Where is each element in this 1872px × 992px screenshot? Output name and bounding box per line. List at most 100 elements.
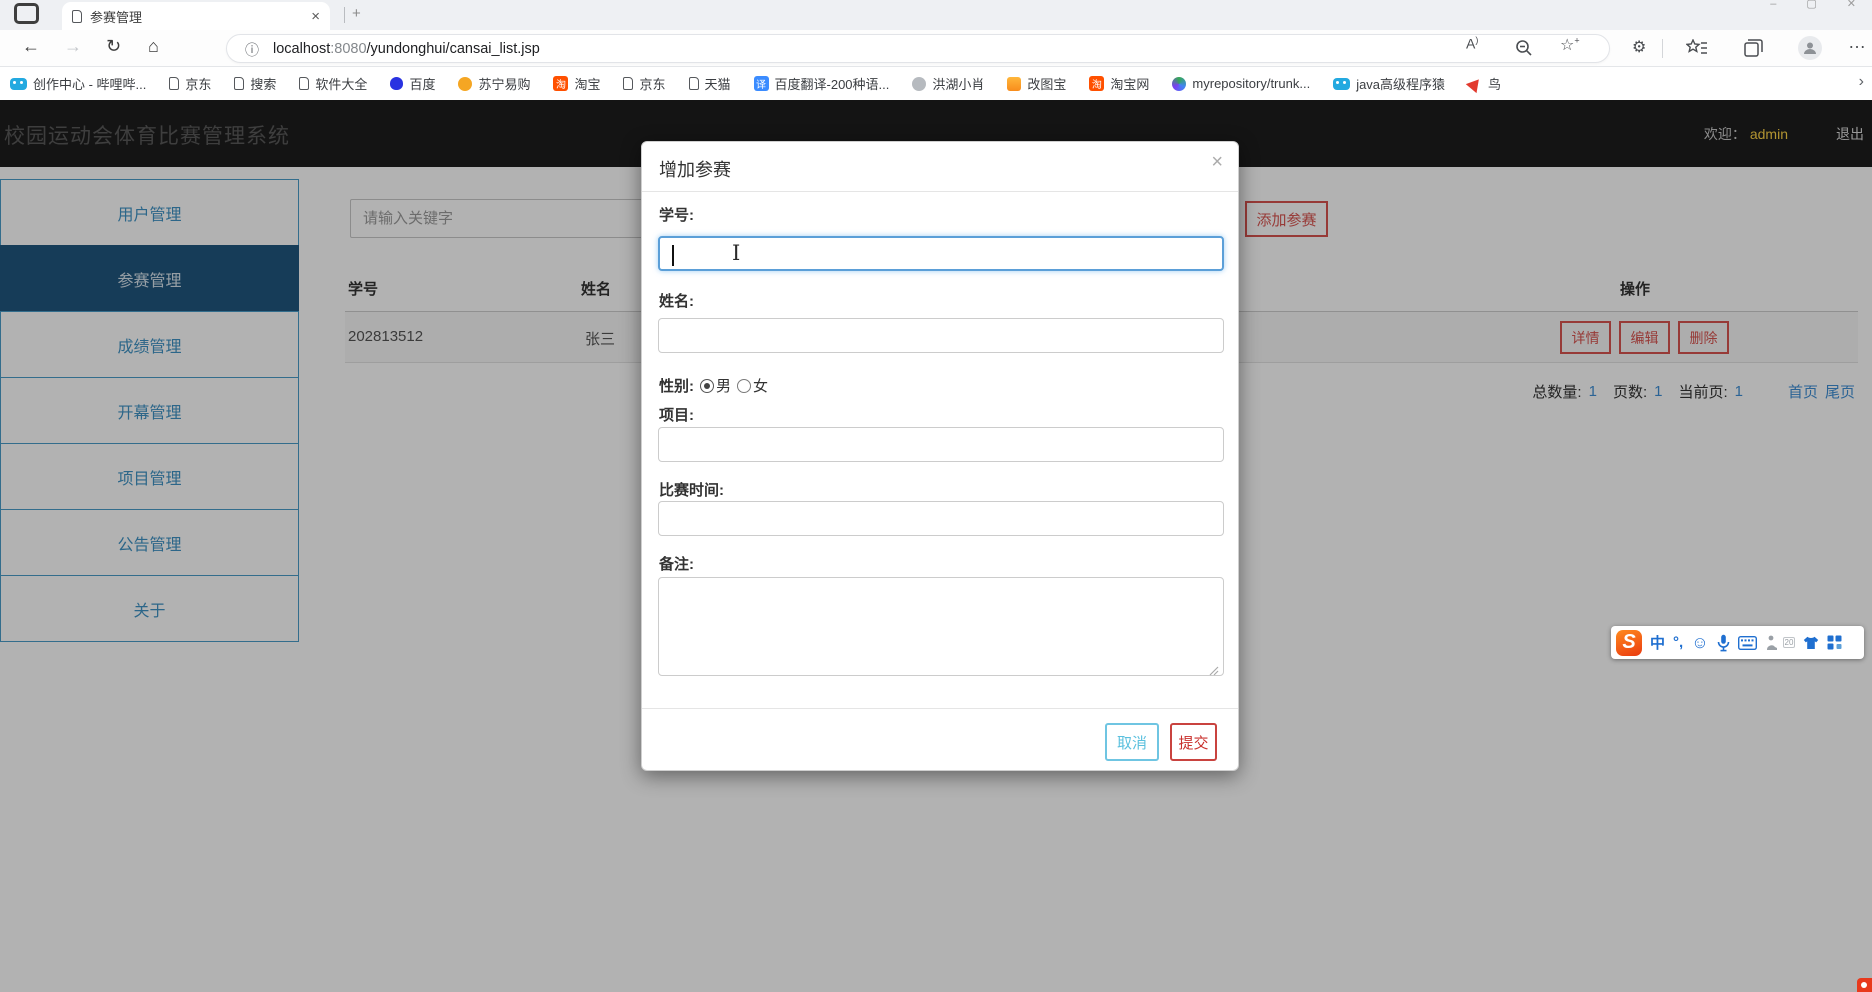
project-field[interactable] (658, 427, 1224, 462)
bookmark-item[interactable]: 创作中心 - 哔哩哔... (10, 74, 146, 93)
favorites-icon[interactable] (1686, 39, 1708, 57)
bookmark-item[interactable]: myrepository/trunk... (1172, 76, 1310, 91)
modal-header-divider (642, 191, 1238, 192)
bookmark-item[interactable]: 译百度翻译-200种语... (753, 74, 889, 93)
tab-favicon-icon (72, 9, 82, 23)
address-bar[interactable]: ⓘ localhost:8080/yundonghui/cansai_list.… (226, 34, 1610, 63)
bookmark-item[interactable]: 淘淘宝 (553, 74, 600, 93)
bookmark-item[interactable]: 改图宝 (1007, 74, 1066, 93)
bookmark-item[interactable]: 鸟 (1465, 74, 1501, 93)
gender-female-label[interactable]: 女 (753, 375, 768, 396)
keyboard-icon[interactable] (1737, 635, 1757, 650)
ime-corner-icon[interactable] (1857, 978, 1872, 992)
student-id-field[interactable]: I (658, 236, 1224, 271)
add-favorite-icon[interactable]: ☆+ (1560, 35, 1580, 55)
bookmark-item[interactable]: 天猫 (688, 74, 731, 93)
baidu-paw-icon (390, 77, 404, 90)
bookmark-item[interactable]: 京东 (623, 74, 666, 93)
zoom-out-icon[interactable] (1515, 39, 1533, 57)
tab-strip: 参赛管理 × + – ▢ ✕ (0, 0, 1872, 30)
site-icon (912, 76, 927, 91)
sogou-logo-icon[interactable]: S (1616, 629, 1642, 656)
bookmark-item[interactable]: 淘淘宝网 (1089, 74, 1149, 93)
gender-male-label[interactable]: 男 (716, 375, 731, 396)
bird-icon (1465, 74, 1485, 93)
remark-label: 备注: (659, 556, 694, 573)
cancel-button[interactable]: 取消 (1105, 723, 1159, 761)
emoji-icon[interactable]: ☺ (1691, 633, 1708, 653)
extensions-icon[interactable]: ⚙ (1632, 37, 1646, 57)
student-id-label: 学号: (659, 207, 694, 224)
gender-male-radio[interactable] (700, 378, 714, 393)
project-label: 项目: (659, 407, 694, 424)
collections-icon[interactable] (1744, 39, 1764, 57)
read-aloud-icon[interactable]: A) (1466, 35, 1478, 52)
minimize-icon[interactable]: – (1770, 0, 1776, 9)
settings-more-icon[interactable]: … (1848, 32, 1866, 53)
home-icon[interactable]: ⌂ (148, 36, 159, 57)
name-label: 姓名: (659, 293, 694, 310)
workspace-icon[interactable] (14, 3, 39, 24)
bookmarks-bar: 创作中心 - 哔哩哔... 京东 搜索 软件大全 百度 苏宁易购 淘淘宝 京东 … (0, 67, 1872, 100)
submit-button[interactable]: 提交 (1170, 723, 1217, 761)
gaitu-icon (1007, 76, 1022, 91)
bookmark-item[interactable]: 洪湖小肖 (912, 74, 984, 93)
suning-icon (458, 76, 473, 91)
profile-avatar[interactable] (1798, 36, 1822, 60)
page-icon (169, 77, 180, 90)
page-icon (623, 77, 634, 90)
bookmark-item[interactable]: 搜索 (234, 74, 276, 93)
maximize-icon[interactable]: ▢ (1806, 0, 1816, 9)
bookmark-item[interactable]: 软件大全 (299, 74, 367, 93)
modal-footer-divider (642, 708, 1238, 709)
forward-icon: → (64, 36, 82, 56)
page-viewport: 校园运动会体育比赛管理系统 欢迎： admin 退出 用户管理 参赛管理 成绩管理 … (0, 100, 1872, 992)
skin-count-badge: 20 (1782, 637, 1796, 648)
shirt-skin-icon[interactable] (1803, 636, 1819, 650)
browser-tab[interactable]: 参赛管理 × (62, 2, 330, 30)
person-icon (1804, 42, 1816, 54)
site-info-icon[interactable]: ⓘ (245, 40, 259, 60)
screen: { "colors": { "accent_red": "#d9534f", "… (0, 0, 1872, 992)
bookmarks-overflow-icon[interactable]: › (1859, 73, 1864, 91)
bookmark-item[interactable]: 京东 (169, 74, 211, 93)
url-text[interactable]: localhost:8080/yundonghui/cansai_list.js… (273, 41, 540, 57)
toolbar-divider (1662, 39, 1663, 58)
page-icon (688, 77, 699, 90)
ibeam-cursor: I (732, 241, 741, 265)
bilibili-icon (10, 77, 27, 90)
modal-title: 增加参赛 (659, 160, 731, 180)
toolbox-grid-icon[interactable] (1827, 635, 1842, 650)
back-icon[interactable]: ← (22, 36, 40, 57)
refresh-icon[interactable]: ↻ (106, 36, 121, 57)
add-participation-modal: 增加参赛 × 学号: I 姓名: 性别: 男 女 项目: 比赛时间: 备注: 取… (641, 141, 1239, 771)
ime-toolbar: S 中 °, ☺ 20 (1611, 626, 1864, 659)
window-controls: – ▢ ✕ (1770, 0, 1856, 9)
gender-label: 性别: (659, 378, 694, 395)
remark-field[interactable] (658, 577, 1224, 676)
text-caret (672, 245, 674, 266)
time-field[interactable] (658, 501, 1224, 536)
taobao-icon: 淘 (553, 76, 569, 91)
time-label: 比赛时间: (659, 482, 724, 499)
textarea-resize-handle[interactable] (1209, 666, 1219, 676)
browser-toolbar: ← → ↻ ⌂ ⓘ localhost:8080/yundonghui/cans… (0, 30, 1872, 67)
bookmark-item[interactable]: java高级程序猿 (1333, 74, 1445, 93)
punctuation-icon[interactable]: °, (1673, 634, 1683, 651)
taobao-icon: 淘 (1089, 76, 1105, 91)
tab-title: 参赛管理 (90, 9, 143, 25)
chinese-mode-icon[interactable]: 中 (1650, 632, 1665, 653)
skin-person-icon[interactable] (1765, 635, 1779, 651)
bilibili-icon (1333, 77, 1351, 90)
modal-close-icon[interactable]: × (1211, 152, 1223, 172)
name-field[interactable] (658, 318, 1224, 353)
microphone-icon[interactable] (1717, 634, 1730, 652)
new-tab-button[interactable]: + (352, 5, 361, 22)
gender-female-radio[interactable] (737, 378, 752, 393)
bookmark-item[interactable]: 百度 (390, 74, 435, 93)
page-icon (234, 77, 245, 90)
tab-close-icon[interactable]: × (311, 9, 320, 24)
bookmark-item[interactable]: 苏宁易购 (458, 74, 530, 93)
close-icon[interactable]: ✕ (1847, 0, 1856, 9)
translate-icon: 译 (753, 76, 769, 91)
